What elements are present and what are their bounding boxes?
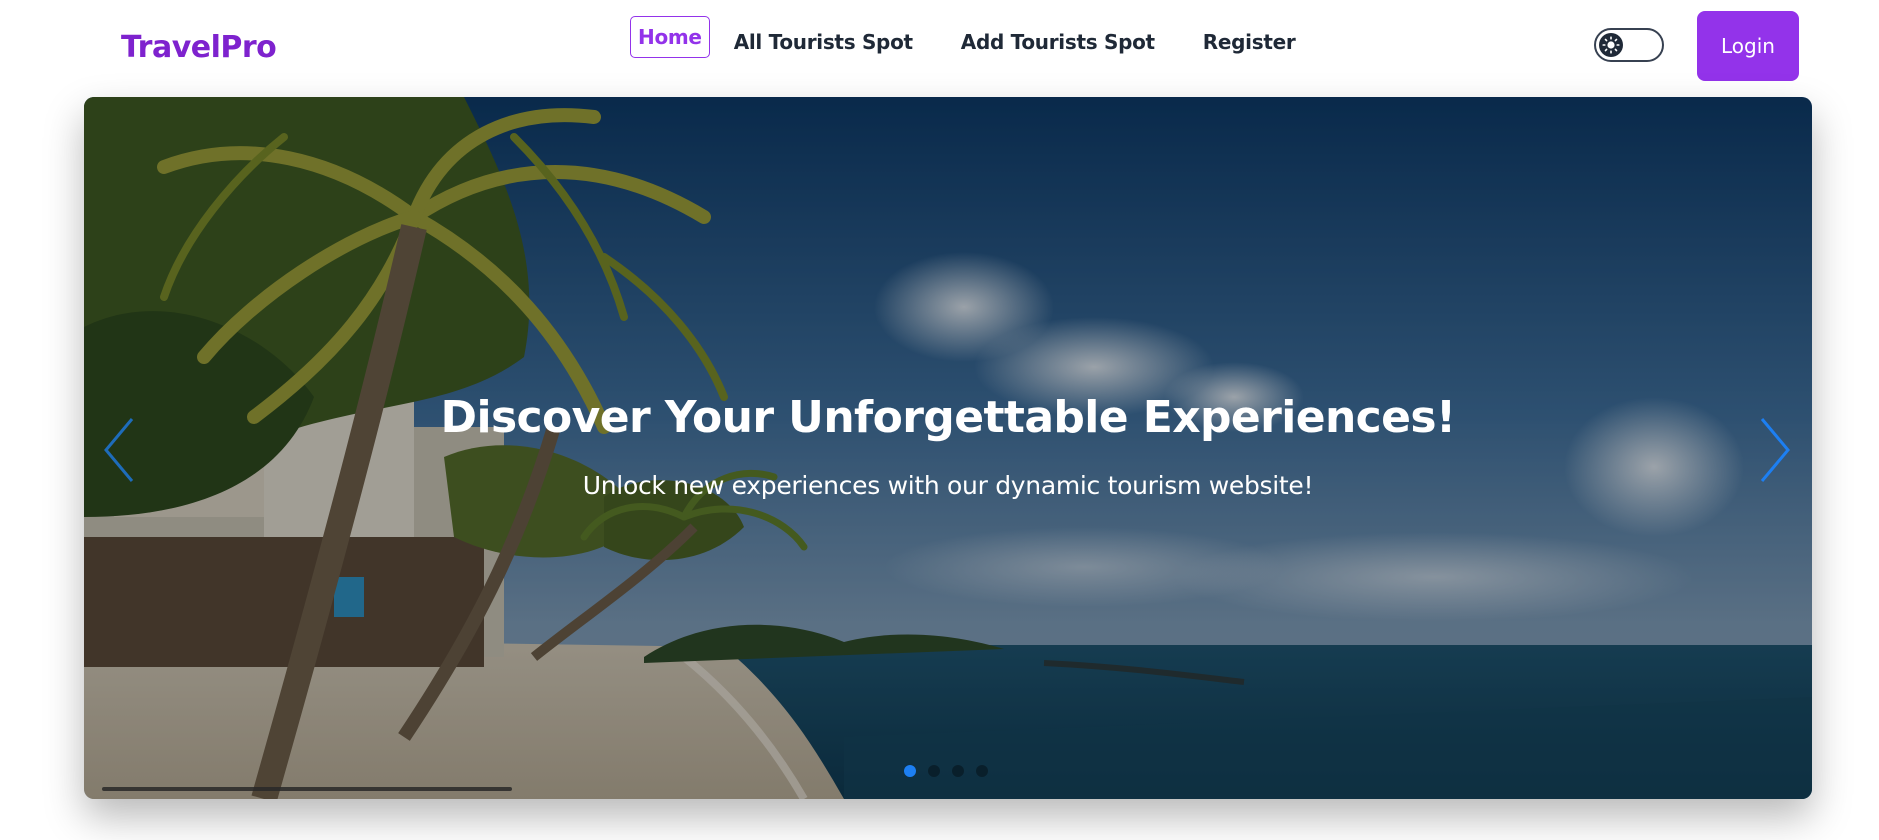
chevron-left-icon <box>104 418 134 482</box>
nav-link-home[interactable]: Home <box>630 16 710 58</box>
hero-subtitle: Unlock new experiences with our dynamic … <box>582 471 1314 500</box>
carousel-prev-button[interactable] <box>98 415 142 485</box>
brand-logo[interactable]: TravelPro <box>121 30 277 66</box>
login-button[interactable]: Login <box>1697 11 1799 81</box>
pagination-dot-4[interactable] <box>976 765 988 777</box>
pagination-dot-3[interactable] <box>952 765 964 777</box>
chevron-right-icon <box>1760 418 1790 482</box>
autoplay-progress-bar <box>102 787 512 791</box>
sun-icon <box>1599 33 1623 57</box>
theme-toggle[interactable] <box>1594 28 1664 62</box>
navbar: TravelPro Home All Tourists Spot Add Tou… <box>0 0 1879 95</box>
nav-links: Home All Tourists Spot Add Tourists Spot… <box>630 16 1336 65</box>
carousel-pagination <box>904 765 1000 777</box>
hero-dark-overlay <box>84 97 1812 799</box>
pagination-dot-1[interactable] <box>904 765 916 777</box>
nav-link-add-tourists-spot[interactable]: Add Tourists Spot <box>954 21 1162 63</box>
hero-carousel: Discover Your Unforgettable Experiences!… <box>84 97 1812 799</box>
pagination-dot-2[interactable] <box>928 765 940 777</box>
nav-link-all-tourists-spot[interactable]: All Tourists Spot <box>727 21 920 63</box>
hero-title: Discover Your Unforgettable Experiences! <box>440 392 1457 443</box>
nav-link-register[interactable]: Register <box>1196 21 1303 63</box>
carousel-next-button[interactable] <box>1752 415 1796 485</box>
